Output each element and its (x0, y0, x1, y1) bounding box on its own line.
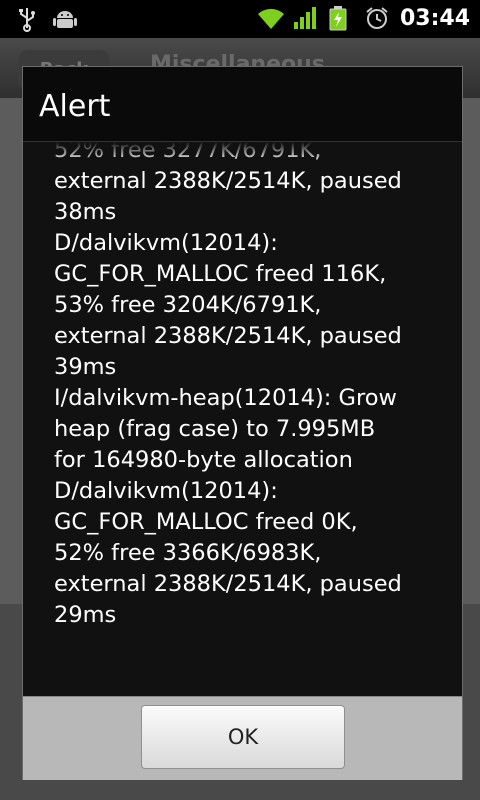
dialog-header: Alert (23, 67, 462, 142)
ok-button[interactable]: OK (141, 705, 345, 769)
dialog-message: 52% free 3277K/6791K, external 2388K/251… (54, 142, 402, 628)
alarm-icon (364, 5, 390, 31)
battery-charging-icon (328, 5, 354, 31)
android-debug-icon (52, 6, 78, 32)
signal-icon (292, 5, 318, 31)
scroll-fade (23, 142, 462, 162)
status-bar-left (14, 6, 78, 32)
status-bar-right: 03:44 (256, 5, 470, 31)
clock: 03:44 (399, 5, 470, 31)
status-bar: 03:44 (0, 0, 480, 38)
dialog-message-scroll[interactable]: 52% free 3277K/6791K, external 2388K/251… (23, 142, 462, 695)
alert-dialog: Alert 52% free 3277K/6791K, external 238… (22, 66, 463, 780)
dialog-title: Alert (39, 89, 111, 124)
dialog-button-bar: OK (23, 696, 462, 780)
wifi-icon (256, 5, 284, 31)
usb-icon (14, 6, 40, 32)
